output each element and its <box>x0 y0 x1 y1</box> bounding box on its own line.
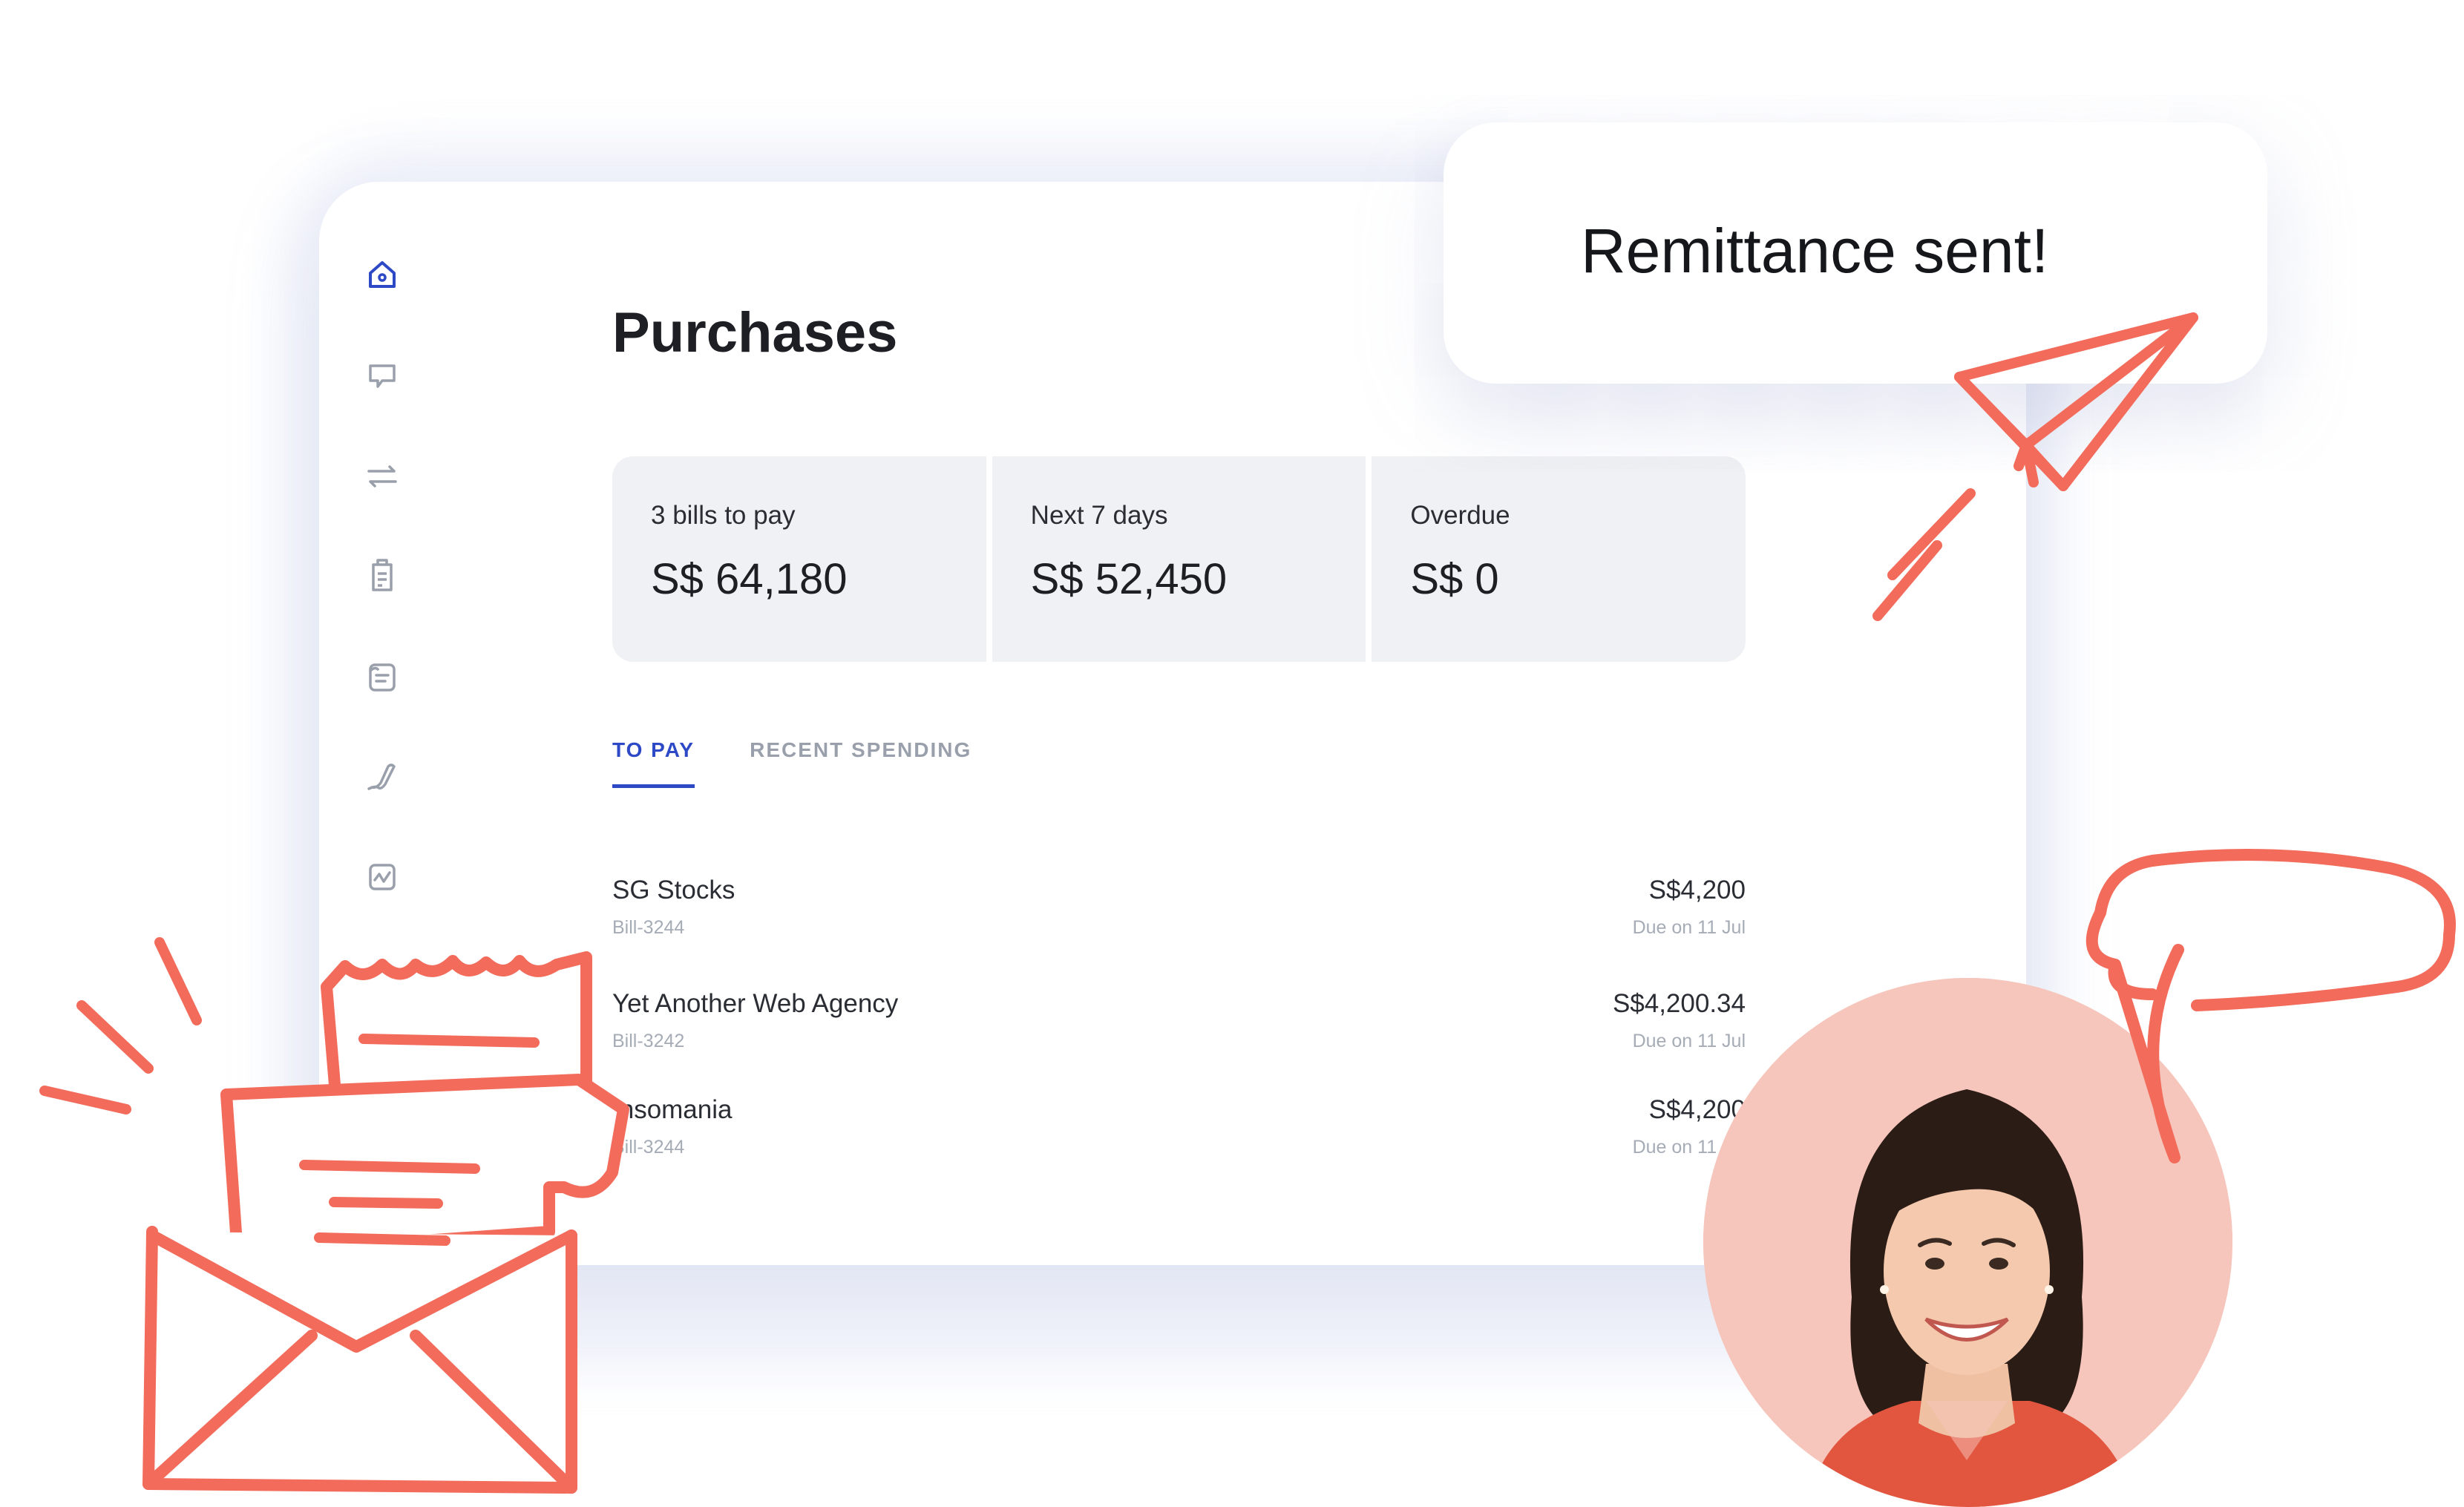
bill-amount: S$4,200 <box>1648 1095 1746 1124</box>
stat-value: S$ 64,180 <box>651 555 848 603</box>
tab-recent-spending[interactable]: RECENT SPENDING <box>750 738 971 788</box>
stat-bills-to-pay[interactable]: 3 bills to pay S$ 64,180 <box>612 456 986 662</box>
stat-label: 3 bills to pay <box>651 501 796 530</box>
page-title: Purchases <box>612 301 898 364</box>
chart-icon[interactable] <box>353 847 412 907</box>
bill-name: SG Stocks <box>612 876 735 904</box>
document-icon[interactable] <box>353 647 412 706</box>
bill-amount: S$4,200.34 <box>1612 989 1746 1018</box>
chat-icon[interactable] <box>353 347 412 406</box>
bill-id: Bill-3244 <box>612 1137 685 1158</box>
bill-name: Yet Another Web Agency <box>612 989 899 1018</box>
bill-row[interactable]: SG Stocks Bill-3244 S$4,200 Due on 11 Ju… <box>612 876 1746 965</box>
person-photo <box>1703 978 2232 1507</box>
bill-row[interactable]: Insomania Bill-3244 S$4,200 Due on 11 Ju… <box>612 1095 1746 1184</box>
summary-stats: 3 bills to pay S$ 64,180 Next 7 days S$ … <box>612 456 1746 662</box>
stat-overdue[interactable]: Overdue S$ 0 <box>1372 456 1746 662</box>
illustration-stage: Purchases 3 bills to pay S$ 64,180 Next … <box>0 0 2464 1507</box>
tab-to-pay[interactable]: TO PAY <box>612 738 695 788</box>
toast-message: Remittance sent! <box>1581 216 2049 286</box>
signature-icon[interactable] <box>353 747 412 807</box>
remittance-toast: Remittance sent! <box>1444 122 2267 384</box>
stat-next-7-days[interactable]: Next 7 days S$ 52,450 <box>992 456 1366 662</box>
stat-value: S$ 0 <box>1410 555 1499 603</box>
bill-id: Bill-3244 <box>612 917 685 938</box>
bill-due-date: Due on 11 Jul <box>1632 917 1746 938</box>
home-icon[interactable] <box>353 245 412 304</box>
bill-name: Insomania <box>612 1095 733 1124</box>
receipt-icon[interactable] <box>353 547 412 606</box>
stat-label: Overdue <box>1410 501 1510 530</box>
bill-amount: S$4,200 <box>1648 876 1746 904</box>
bill-row[interactable]: Yet Another Web Agency Bill-3242 S$4,200… <box>612 989 1746 1078</box>
tabs: TO PAY RECENT SPENDING <box>612 738 971 788</box>
bill-id: Bill-3242 <box>612 1031 685 1051</box>
avatar <box>1703 978 2232 1507</box>
transfer-icon[interactable] <box>353 447 412 506</box>
bill-due-date: Due on 11 Jul <box>1632 1031 1746 1051</box>
stat-label: Next 7 days <box>1030 501 1168 530</box>
stat-value: S$ 52,450 <box>1030 555 1228 603</box>
